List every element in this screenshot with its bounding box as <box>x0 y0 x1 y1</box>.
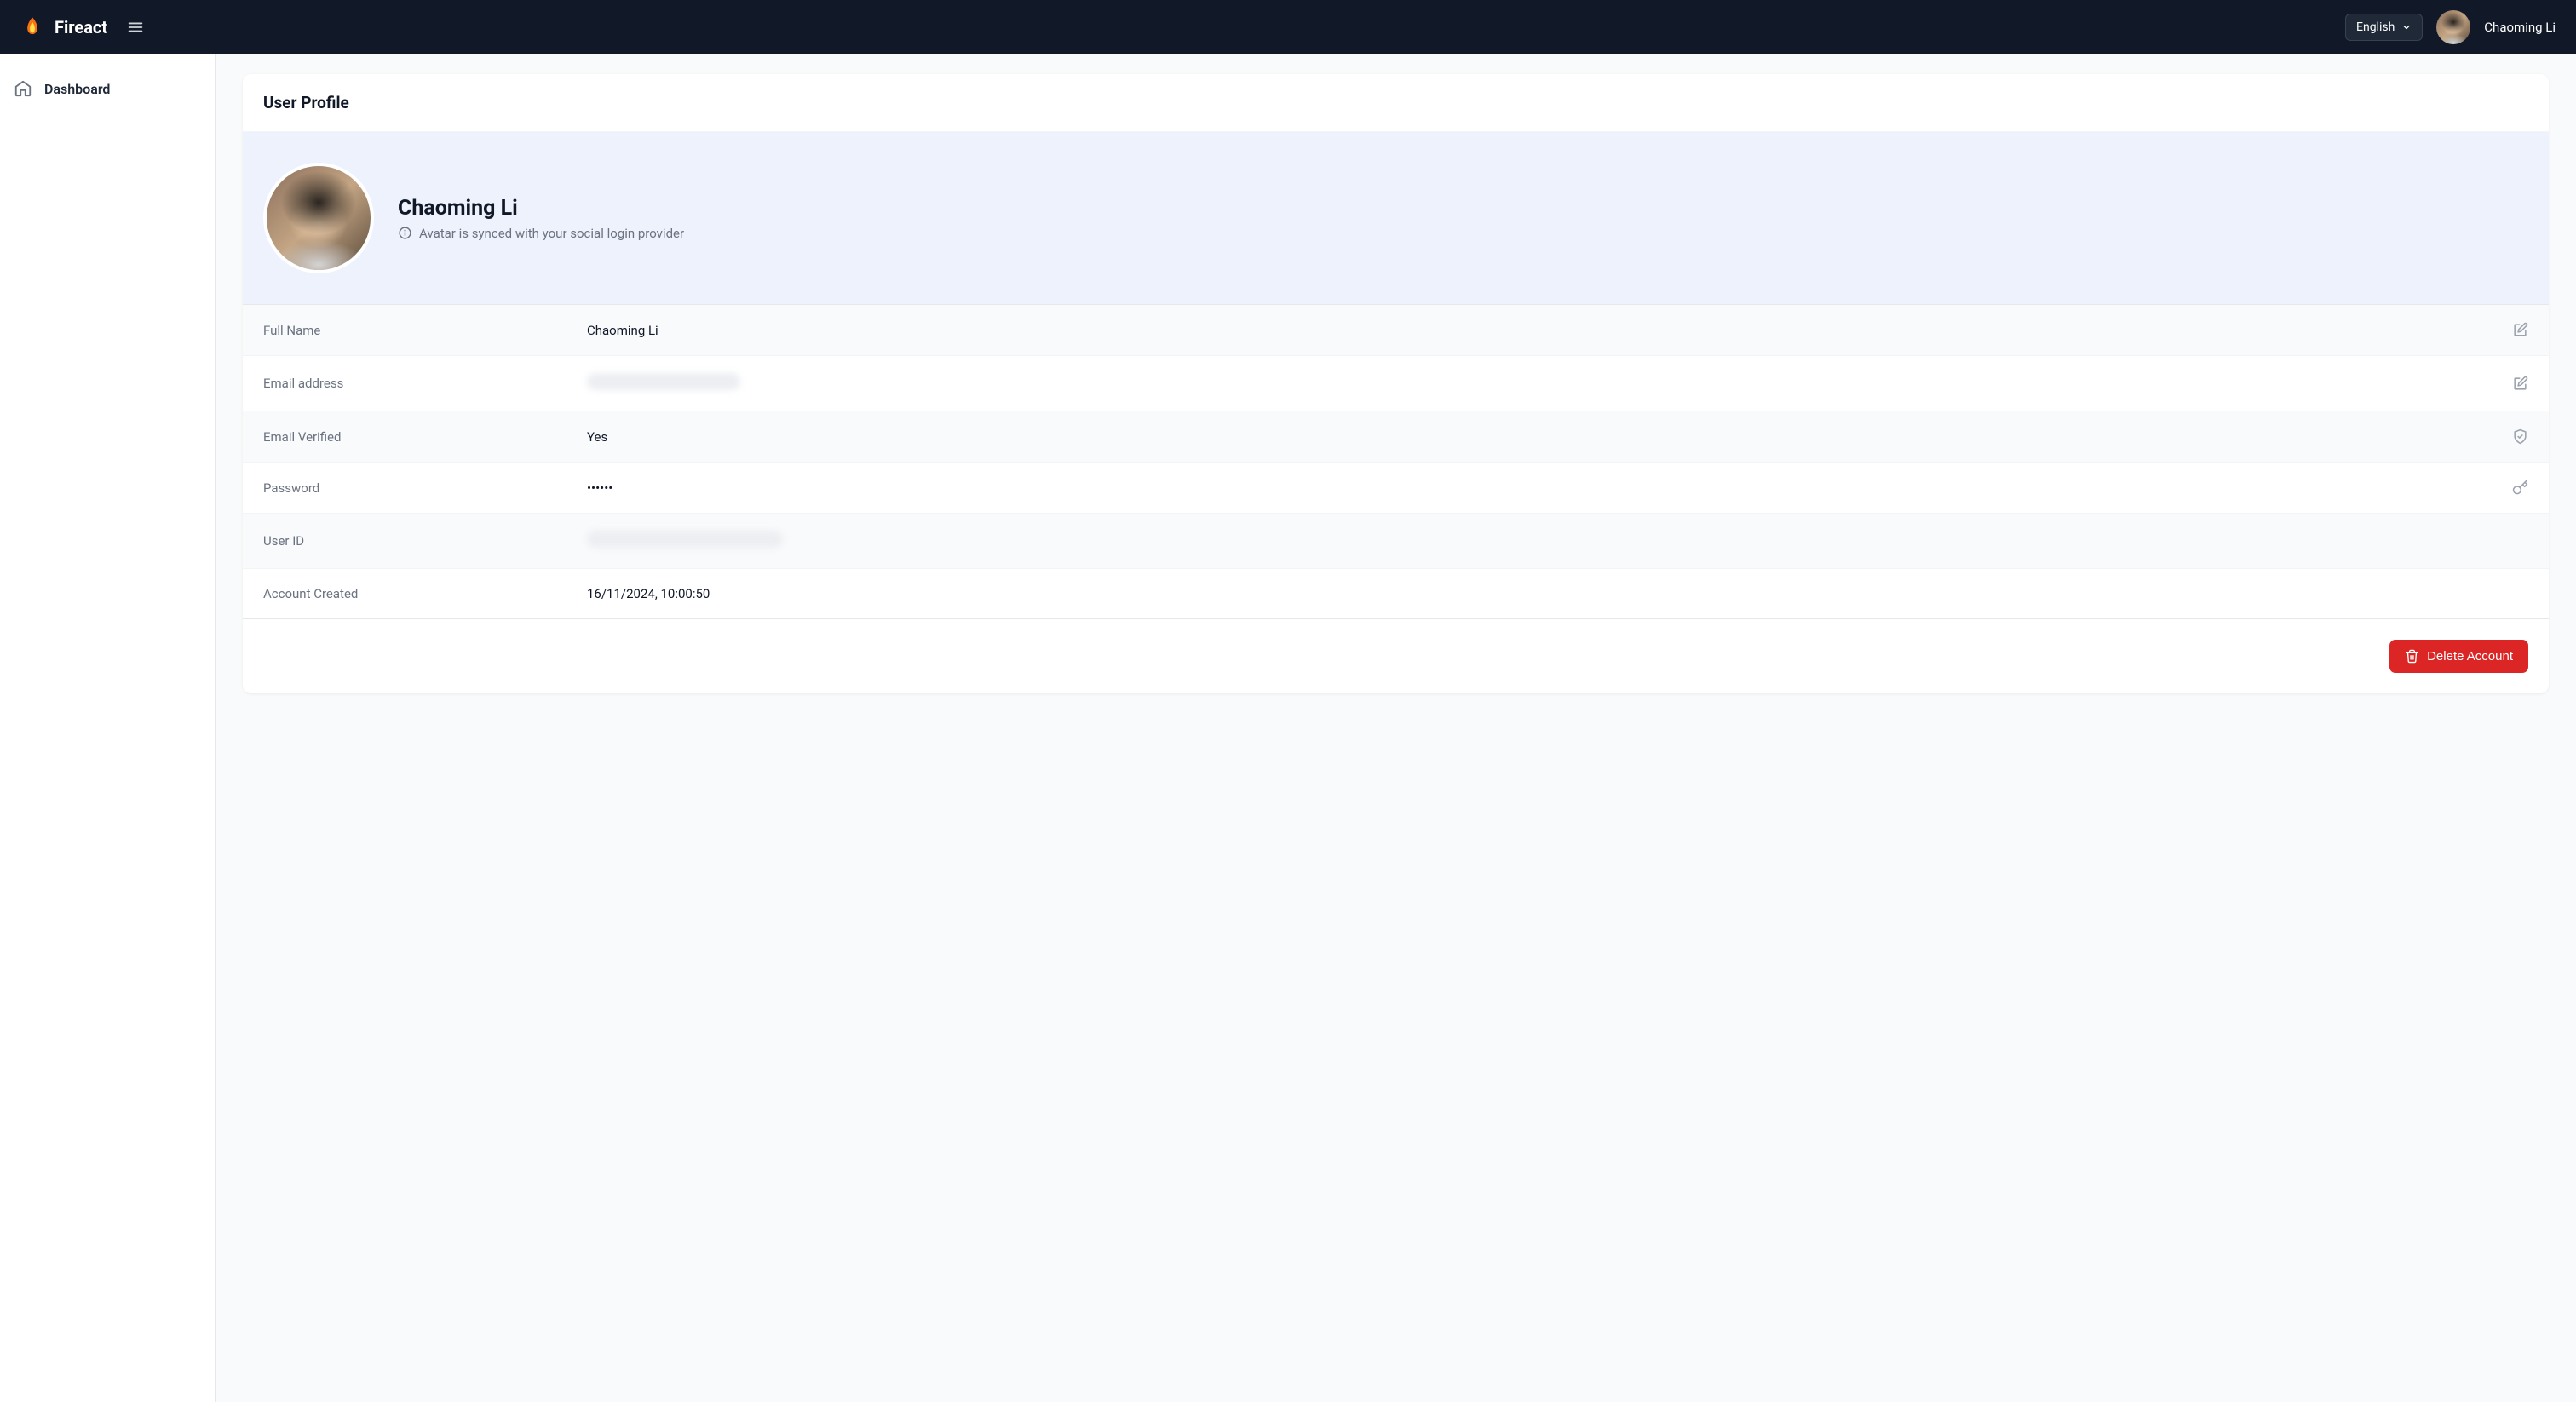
avatar[interactable] <box>2436 10 2470 44</box>
sidebar-item-dashboard[interactable]: Dashboard <box>10 71 204 106</box>
sidebar-item-label: Dashboard <box>44 81 110 97</box>
edit-name-button[interactable] <box>2512 322 2528 338</box>
row-user-id: User ID <box>243 514 2549 569</box>
row-value: •••••• <box>587 480 2512 496</box>
header-left: Fireact <box>20 13 150 42</box>
avatar-note-text: Avatar is synced with your social login … <box>419 226 684 241</box>
profile-card: User Profile Chaoming Li Avatar is synce… <box>243 74 2549 693</box>
brand-text: Fireact <box>55 17 107 37</box>
app-header: Fireact English Chaoming Li <box>0 0 2576 54</box>
row-value: 16/11/2024, 10:00:50 <box>587 586 2528 601</box>
redacted-value <box>587 531 783 548</box>
card-actions: Delete Account <box>243 619 2549 693</box>
delete-account-button[interactable]: Delete Account <box>2389 640 2528 673</box>
hamburger-icon <box>126 18 145 37</box>
row-label: Account Created <box>263 586 587 601</box>
layout: Dashboard User Profile Chaoming Li Avata… <box>0 54 2576 1402</box>
row-email: Email address <box>243 356 2549 411</box>
profile-hero: Chaoming Li Avatar is synced with your s… <box>243 132 2549 305</box>
edit-icon <box>2512 376 2528 392</box>
fire-icon <box>20 15 44 39</box>
header-username: Chaoming Li <box>2484 20 2556 35</box>
row-account-created: Account Created 16/11/2024, 10:00:50 <box>243 569 2549 619</box>
row-value: Yes <box>587 429 2512 445</box>
key-icon <box>2512 480 2528 496</box>
info-icon <box>398 226 412 240</box>
verified-indicator <box>2512 428 2528 445</box>
row-value <box>587 373 2512 394</box>
shield-check-icon <box>2512 428 2528 445</box>
redacted-value <box>587 373 740 390</box>
language-label: English <box>2356 20 2395 34</box>
main-content: User Profile Chaoming Li Avatar is synce… <box>216 54 2576 1402</box>
sidebar: Dashboard <box>0 54 216 1402</box>
hamburger-button[interactable] <box>121 13 150 42</box>
row-full-name: Full Name Chaoming Li <box>243 305 2549 356</box>
row-value <box>587 531 2528 551</box>
edit-email-button[interactable] <box>2512 376 2528 392</box>
row-password: Password •••••• <box>243 463 2549 514</box>
profile-display-name: Chaoming Li <box>398 196 684 221</box>
delete-account-label: Delete Account <box>2427 649 2513 664</box>
brand[interactable]: Fireact <box>20 15 107 39</box>
page-title: User Profile <box>243 74 2549 132</box>
change-password-button[interactable] <box>2512 480 2528 496</box>
hero-text: Chaoming Li Avatar is synced with your s… <box>398 196 684 241</box>
row-value: Chaoming Li <box>587 323 2512 338</box>
language-select[interactable]: English <box>2345 14 2423 41</box>
profile-rows: Full Name Chaoming Li Email address <box>243 305 2549 619</box>
row-label: Email address <box>263 376 587 391</box>
chevron-down-icon <box>2401 22 2412 32</box>
header-right: English Chaoming Li <box>2345 10 2556 44</box>
avatar <box>263 163 374 273</box>
edit-icon <box>2512 322 2528 338</box>
home-icon <box>14 79 32 98</box>
row-email-verified: Email Verified Yes <box>243 411 2549 463</box>
row-label: Password <box>263 480 587 496</box>
trash-icon <box>2405 649 2419 664</box>
row-label: Email Verified <box>263 429 587 445</box>
row-label: User ID <box>263 533 587 549</box>
row-label: Full Name <box>263 323 587 338</box>
avatar-note: Avatar is synced with your social login … <box>398 226 684 241</box>
